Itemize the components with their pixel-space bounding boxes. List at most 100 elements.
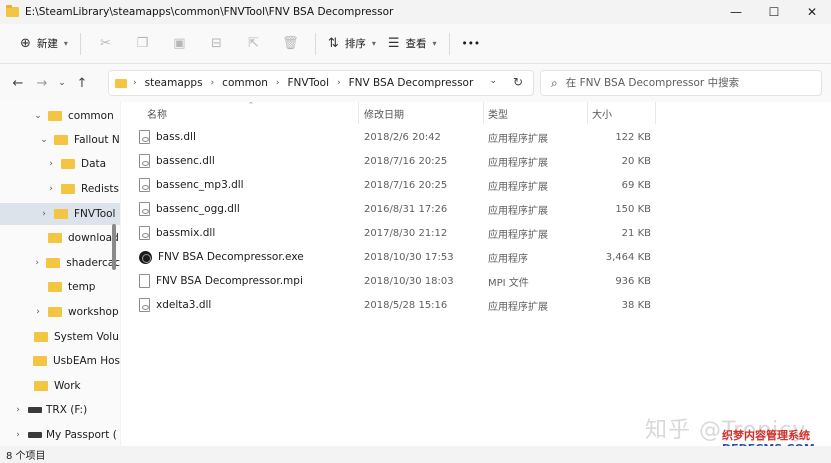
nav-item-data[interactable]: › Data <box>0 153 120 175</box>
command-bar: ⊕ 新建 ▾ ✂ ❐ ▣ ⊟ ⇱ 🗑 ⇅ 排序 ▾ ☰ 查看 ▾ ••• <box>0 24 831 64</box>
chevron-right-icon[interactable]: › <box>32 307 44 317</box>
folder-icon <box>61 159 75 169</box>
minimize-button[interactable]: — <box>717 0 755 24</box>
forward-button[interactable]: → <box>30 70 54 96</box>
paste-button[interactable]: ▣ <box>161 30 198 58</box>
file-modified: 2016/8/31 17:26 <box>364 203 448 215</box>
chevron-right-icon: › <box>133 78 137 88</box>
toolbar-divider <box>448 32 450 55</box>
chevron-right-icon[interactable]: › <box>12 430 24 440</box>
delete-button[interactable]: 🗑 <box>272 30 309 58</box>
back-button[interactable]: ← <box>6 70 30 96</box>
share-icon: ⇱ <box>247 36 259 51</box>
view-button[interactable]: ☰ 查看 ▾ <box>382 30 443 58</box>
maximize-button[interactable]: ☐ <box>755 0 793 24</box>
rename-button[interactable]: ⊟ <box>198 30 235 58</box>
search-input[interactable] <box>565 77 806 89</box>
column-header-modified[interactable]: 修改日期 <box>356 102 481 124</box>
copy-button[interactable]: ❐ <box>124 30 161 58</box>
chevron-right-icon[interactable]: › <box>38 209 50 219</box>
nav-scrollbar[interactable] <box>112 224 116 270</box>
chevron-right-icon[interactable]: › <box>45 159 57 169</box>
nav-item-fallout[interactable]: ⌄ Fallout N <box>0 129 120 151</box>
file-name: bassenc.dll <box>156 155 215 167</box>
table-row[interactable]: bassenc_mp3.dll 2018/7/16 20:25 应用程序扩展 6… <box>121 173 831 197</box>
breadcrumb-steamapps[interactable]: steamapps <box>145 77 203 89</box>
file-type: 应用程序扩展 <box>488 157 548 169</box>
chevron-down-icon[interactable]: ⌄ <box>32 111 44 121</box>
search-box[interactable]: ⌕ <box>540 70 822 96</box>
rename-icon: ⊟ <box>210 36 222 51</box>
column-header-size[interactable]: 大小 <box>584 102 654 124</box>
file-type: MPI 文件 <box>488 277 529 289</box>
nav-item-work[interactable]: Work <box>0 375 120 397</box>
table-row[interactable]: bassmix.dll 2017/8/30 21:12 应用程序扩展 21 KB <box>121 221 831 245</box>
folder-icon <box>54 135 68 145</box>
sort-button[interactable]: ⇅ 排序 ▾ <box>322 30 382 58</box>
breadcrumb-current[interactable]: FNV BSA Decompressor <box>349 77 474 89</box>
nav-item-redists[interactable]: › Redists <box>0 178 120 200</box>
chevron-right-icon[interactable]: › <box>45 184 57 194</box>
breadcrumb-common[interactable]: common <box>222 77 268 89</box>
nav-item-my-passport[interactable]: › My Passport ( <box>0 424 120 446</box>
trash-icon: 🗑 <box>282 36 299 51</box>
close-button[interactable]: ✕ <box>793 0 831 24</box>
dll-icon <box>139 154 150 168</box>
drive-icon <box>28 407 42 413</box>
file-name: xdelta3.dll <box>156 299 212 311</box>
refresh-icon[interactable]: ↻ <box>513 75 523 89</box>
nav-item-fnvtool[interactable]: › FNVTool <box>0 203 120 225</box>
breadcrumb-fnvtool[interactable]: FNVTool <box>288 77 329 89</box>
folder-icon <box>115 78 127 88</box>
recent-locations-button[interactable]: ⌄ <box>54 70 70 96</box>
nav-item-label: common <box>68 110 114 122</box>
file-icon <box>139 274 150 288</box>
nav-item-usbeam[interactable]: UsbEAm Hos <box>0 350 120 372</box>
chevron-right-icon[interactable]: › <box>32 258 42 268</box>
table-row[interactable]: xdelta3.dll 2018/5/28 15:16 应用程序扩展 38 KB <box>121 293 831 317</box>
folder-icon <box>48 233 62 243</box>
chevron-right-icon: › <box>275 78 280 88</box>
more-button[interactable]: ••• <box>456 30 487 58</box>
file-size: 150 KB <box>615 203 651 215</box>
file-name-cell: xdelta3.dll <box>139 293 211 317</box>
address-dropdown-icon[interactable]: ⌄ <box>489 76 497 86</box>
new-button[interactable]: ⊕ 新建 ▾ <box>14 30 74 58</box>
file-name-cell: FNV BSA Decompressor.exe <box>139 245 304 269</box>
table-row[interactable]: FNV BSA Decompressor.exe 2018/10/30 17:5… <box>121 245 831 269</box>
chevron-right-icon[interactable]: › <box>12 405 24 415</box>
file-name: FNV BSA Decompressor.exe <box>158 251 304 263</box>
chevron-right-icon: › <box>337 78 341 88</box>
file-size: 20 KB <box>621 155 651 167</box>
nav-item-common[interactable]: ⌄ common <box>0 105 120 127</box>
dll-icon <box>139 130 150 144</box>
address-bar[interactable]: › steamapps › common › FNVTool › FNV BSA… <box>108 70 534 96</box>
nav-item-temp[interactable]: temp <box>0 276 120 298</box>
column-divider[interactable] <box>655 102 656 124</box>
folder-icon <box>34 332 48 342</box>
up-button[interactable]: ↑ <box>70 70 94 96</box>
nav-item-download[interactable]: download <box>0 227 120 249</box>
chevron-down-icon[interactable]: ⌄ <box>38 135 50 145</box>
scissors-icon: ✂ <box>99 36 111 51</box>
table-row[interactable]: bassenc.dll 2018/7/16 20:25 应用程序扩展 20 KB <box>121 149 831 173</box>
folder-icon <box>46 258 61 268</box>
nav-item-trx-drive[interactable]: › TRX (F:) <box>0 399 120 421</box>
table-row[interactable]: FNV BSA Decompressor.mpi 2018/10/30 18:0… <box>121 269 831 293</box>
cut-button[interactable]: ✂ <box>87 30 124 58</box>
folder-icon <box>54 209 68 219</box>
chevron-down-icon: ▾ <box>63 39 68 48</box>
column-header-type[interactable]: 类型 <box>480 102 585 124</box>
table-row[interactable]: bassenc_ogg.dll 2016/8/31 17:26 应用程序扩展 1… <box>121 197 831 221</box>
nav-item-workshop[interactable]: › workshop <box>0 301 120 323</box>
nav-item-system-volume[interactable]: System Volu <box>0 326 120 348</box>
nav-item-label: FNVTool <box>74 208 116 220</box>
nav-item-label: My Passport ( <box>46 429 117 441</box>
exe-icon <box>139 250 152 264</box>
file-list: 名称 ⌃ 修改日期 类型 大小 bass.dll 2018/2/6 20:42 … <box>121 101 831 446</box>
share-button[interactable]: ⇱ <box>235 30 272 58</box>
nav-item-shadercache[interactable]: › shadercac <box>0 252 120 274</box>
file-name: bassmix.dll <box>156 227 216 239</box>
table-row[interactable]: bass.dll 2018/2/6 20:42 应用程序扩展 122 KB <box>121 125 831 149</box>
new-label: 新建 <box>36 38 58 50</box>
